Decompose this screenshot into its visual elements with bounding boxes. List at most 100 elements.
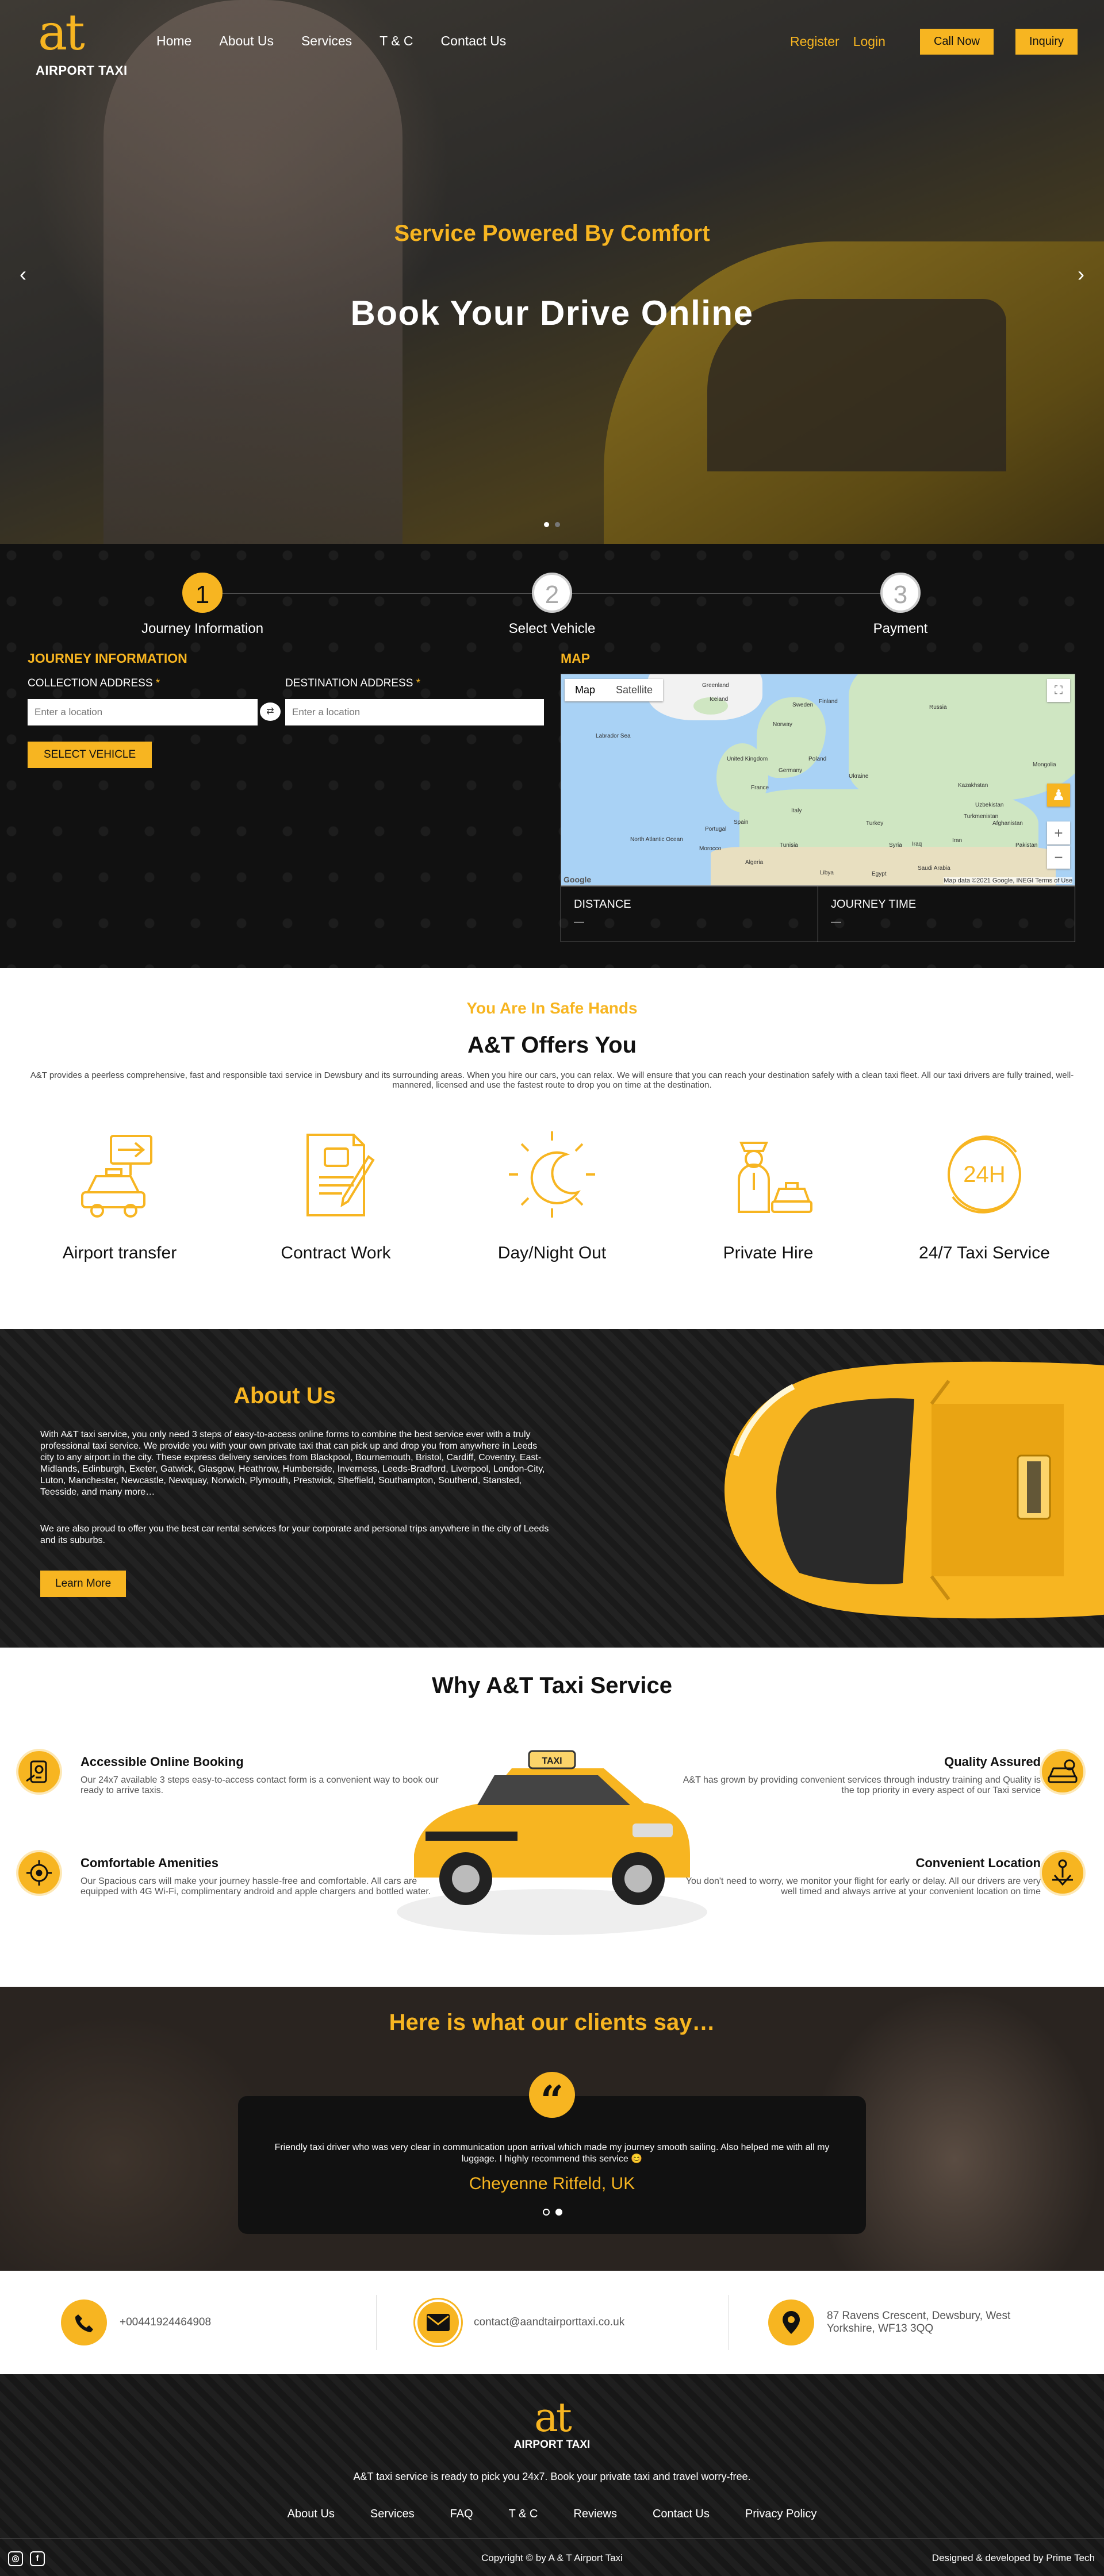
contact-divider	[376, 2295, 377, 2350]
offers-kicker: You Are In Safe Hands	[466, 999, 638, 1017]
footer-link-services[interactable]: Services	[370, 2508, 415, 2521]
slider-dot[interactable]	[555, 522, 560, 527]
nav-terms[interactable]: T & C	[379, 33, 413, 49]
testimonial-dot[interactable]	[543, 2209, 550, 2216]
map-label: Turkmenistan	[964, 813, 998, 820]
taxi-sign-text: TAXI	[542, 1756, 562, 1766]
clock-24h-text: 24H	[963, 1162, 1005, 1187]
contact-phone-text: +00441924464908	[120, 2316, 212, 2328]
nav-about-us[interactable]: About Us	[219, 33, 274, 49]
footer-link-reviews[interactable]: Reviews	[573, 2508, 617, 2521]
testimonial-author: Cheyenne Ritfeld, UK	[469, 2174, 635, 2193]
destination-label: DESTINATION ADDRESS *	[285, 677, 421, 689]
swap-icon[interactable]: ⇄	[260, 702, 281, 721]
amenities-feature-icon	[16, 1850, 62, 1896]
header-actions: Register Login Call Now Inquiry	[790, 29, 1078, 55]
service-24-7[interactable]: 24H 24/7 Taxi Service	[898, 1126, 1071, 1263]
clock-24h-icon: 24H	[948, 1135, 1021, 1214]
service-day-night-out[interactable]: Day/Night Out	[466, 1126, 638, 1263]
site-logo[interactable]: at AIRPORT TAXI	[32, 8, 136, 80]
step-number: 1	[182, 573, 223, 613]
feature-title: Convenient Location	[915, 1856, 1041, 1870]
slider-dot[interactable]	[544, 522, 549, 527]
destination-address-input[interactable]	[285, 699, 544, 725]
map-labels: Greenland Iceland Sweden Finland Norway …	[596, 682, 1056, 877]
footer-link-privacy[interactable]: Privacy Policy	[745, 2508, 816, 2521]
map-label: Pakistan	[1015, 842, 1037, 849]
nav-home[interactable]: Home	[156, 33, 191, 49]
hero-slider: at AIRPORT TAXI Home About Us Services T…	[0, 0, 1104, 544]
collection-address-input[interactable]	[28, 699, 258, 725]
map-label: Spain	[734, 819, 749, 826]
slider-next-arrow-icon[interactable]: ›	[1078, 262, 1084, 286]
login-link[interactable]: Login	[853, 34, 885, 49]
slider-prev-arrow-icon[interactable]: ‹	[20, 262, 26, 286]
location-pin-icon	[768, 2299, 814, 2345]
contact-address-text: 87 Ravens Crescent, Dewsbury, West Yorksh…	[827, 2310, 1011, 2335]
service-private-hire[interactable]: Private Hire	[682, 1126, 854, 1263]
service-airport-transfer[interactable]: Airport transfer	[33, 1126, 206, 1263]
learn-more-button[interactable]: Learn More	[40, 1571, 126, 1597]
fullscreen-icon[interactable]: ⛶	[1047, 679, 1070, 702]
logo-mark: at	[38, 4, 85, 62]
footer-bottom-bar: ◎ f Copyright © by A & T Airport Taxi De…	[0, 2538, 1104, 2576]
distance-label: DISTANCE	[574, 898, 631, 911]
route-map[interactable]: Greenland Iceland Sweden Finland Norway …	[561, 674, 1075, 886]
map-credit[interactable]: Map data ©2021 Google, INEGI Terms of Us…	[944, 877, 1072, 884]
offers-text: A&T provides a peerless comprehensive, f…	[30, 1070, 1074, 1090]
service-contract-work[interactable]: Contract Work	[250, 1126, 422, 1263]
why-title: Why A&T Taxi Service	[432, 1673, 672, 1698]
trip-summary: DISTANCE — JOURNEY TIME —	[561, 886, 1075, 942]
contact-email[interactable]: contact@aandtairporttaxi.co.uk	[415, 2297, 624, 2348]
main-nav: Home About Us Services T & C Contact Us	[156, 33, 506, 49]
distance-value: —	[574, 916, 584, 927]
footer-logo-text: AIRPORT TAXI	[513, 2439, 591, 2451]
footer-link-faq[interactable]: FAQ	[450, 2508, 473, 2521]
about-paragraph-1: With A&T taxi service, you only need 3 s…	[40, 1430, 545, 1497]
service-label: Day/Night Out	[497, 1243, 607, 1262]
testimonial-dot[interactable]	[555, 2209, 562, 2216]
map-label: Finland	[819, 698, 838, 705]
about-paragraph-2: We are also proud to offer you the best …	[40, 1524, 549, 1545]
private-hire-icon	[738, 1142, 812, 1213]
select-vehicle-button[interactable]: SELECT VEHICLE	[28, 742, 152, 768]
footer-logo[interactable]: at AIRPORT TAXI	[506, 2396, 598, 2459]
footer-link-contact[interactable]: Contact Us	[653, 2508, 710, 2521]
taxi-top-view-image	[724, 1361, 1104, 1619]
testimonial-dots	[543, 2209, 562, 2216]
hero-person-image	[103, 0, 402, 544]
inquiry-button[interactable]: Inquiry	[1015, 29, 1078, 55]
zoom-out-icon[interactable]: −	[1047, 846, 1070, 869]
map-tab-satellite[interactable]: Satellite	[605, 679, 663, 701]
quality-feature-icon	[1040, 1749, 1086, 1795]
map-type-tabs: Map Satellite	[565, 679, 664, 701]
footer-link-about[interactable]: About Us	[288, 2508, 335, 2521]
contact-phone[interactable]: +00441924464908	[61, 2297, 211, 2348]
feature-title: Quality Assured	[944, 1755, 1041, 1769]
map-label: Iraq	[912, 841, 922, 847]
step-label: Journey Information	[141, 621, 264, 636]
contract-icon	[306, 1134, 375, 1216]
nav-services[interactable]: Services	[301, 33, 352, 49]
offers-title: A&T Offers You	[467, 1032, 637, 1058]
collection-label: COLLECTION ADDRESS *	[28, 677, 160, 689]
register-link[interactable]: Register	[790, 34, 839, 49]
distance-box: DISTANCE —	[561, 886, 818, 942]
call-now-button[interactable]: Call Now	[919, 29, 994, 55]
zoom-in-icon[interactable]: +	[1047, 821, 1070, 844]
nav-contact-us[interactable]: Contact Us	[441, 33, 507, 49]
map-label: Saudi Arabia	[918, 865, 950, 872]
testimonials-title: Here is what our clients say…	[389, 2010, 715, 2035]
google-logo: Google	[564, 875, 592, 884]
journey-time-label: JOURNEY TIME	[831, 898, 917, 911]
contact-email-text: contact@aandtairporttaxi.co.uk	[474, 2316, 625, 2328]
map-tab-map[interactable]: Map	[565, 679, 605, 701]
testimonial-text: Friendly taxi driver who was very clear …	[274, 2143, 830, 2164]
map-label: Egypt	[872, 871, 887, 877]
map-label: Germany	[779, 767, 802, 774]
pegman-icon[interactable]: ♟	[1047, 784, 1070, 807]
step-label: Select Vehicle	[508, 621, 596, 636]
footer-link-terms[interactable]: T & C	[509, 2508, 538, 2521]
map-label: Turkey	[866, 820, 883, 827]
map-label: Iceland	[710, 696, 728, 702]
